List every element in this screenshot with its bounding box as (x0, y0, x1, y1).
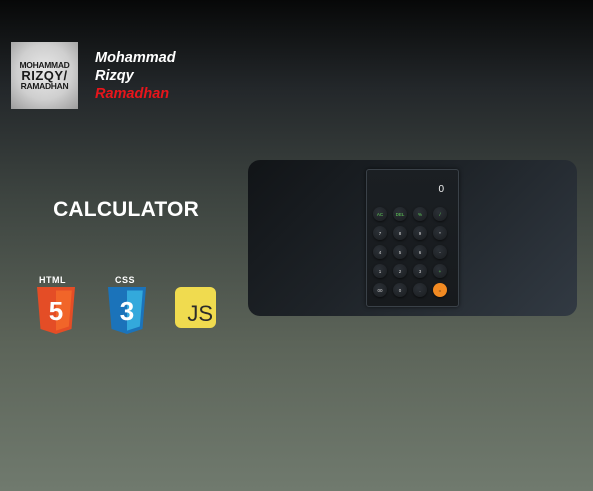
calc-key[interactable]: 2 (393, 264, 407, 278)
calc-key[interactable]: 00 (373, 283, 387, 297)
calc-key[interactable]: 1 (373, 264, 387, 278)
calc-key[interactable]: AC (373, 207, 387, 221)
author-first-name: Mohammad (95, 50, 176, 66)
author-last-name: Ramadhan (95, 86, 170, 102)
calc-key[interactable]: . (413, 283, 427, 297)
calculator-display: 0 (438, 184, 444, 195)
logo-text-line3: RAMADHAN (20, 80, 69, 91)
calc-key[interactable]: % (413, 207, 427, 221)
css3-badge: CSS 3 (106, 275, 148, 335)
css-label: CSS (115, 275, 136, 285)
calc-key[interactable]: * (433, 226, 447, 240)
calc-key[interactable]: 7 (373, 226, 387, 240)
javascript-badge: JS (175, 287, 216, 328)
calc-key[interactable]: + (433, 264, 447, 278)
calc-key[interactable]: 6 (413, 245, 427, 259)
calc-key[interactable]: = (433, 283, 447, 297)
css3-shield-icon: 3 (108, 287, 146, 334)
js-label: JS (187, 301, 213, 326)
profile-logo: MOHAMMAD RIZQY/ RAMADHAN (11, 42, 78, 109)
html5-number: 5 (49, 296, 63, 326)
calc-key[interactable]: / (433, 207, 447, 221)
calc-key[interactable]: DEL (393, 207, 407, 221)
author-middle-name: Rizqy (95, 68, 134, 84)
author-name: Mohammad Rizqy Ramadhan (95, 49, 176, 103)
calc-key[interactable]: 3 (413, 264, 427, 278)
calc-key[interactable]: - (433, 245, 447, 259)
calc-key[interactable]: 0 (393, 283, 407, 297)
calc-key[interactable]: 8 (393, 226, 407, 240)
css3-number: 3 (120, 296, 134, 326)
calc-key[interactable]: 9 (413, 226, 427, 240)
calculator-widget: 0 AC DEL % / 7 8 9 * 4 5 6 - 1 2 3 + 00 … (366, 169, 459, 307)
calc-key[interactable]: 5 (393, 245, 407, 259)
html5-badge: HTML 5 (35, 275, 77, 335)
html-label: HTML (39, 275, 66, 285)
calc-key[interactable]: 4 (373, 245, 387, 259)
project-title: CALCULATOR (53, 198, 199, 221)
html5-shield-icon: 5 (37, 287, 75, 334)
calculator-keypad: AC DEL % / 7 8 9 * 4 5 6 - 1 2 3 + 00 0 … (373, 207, 447, 297)
logo-text-line2: RIZQY/ (21, 67, 68, 83)
